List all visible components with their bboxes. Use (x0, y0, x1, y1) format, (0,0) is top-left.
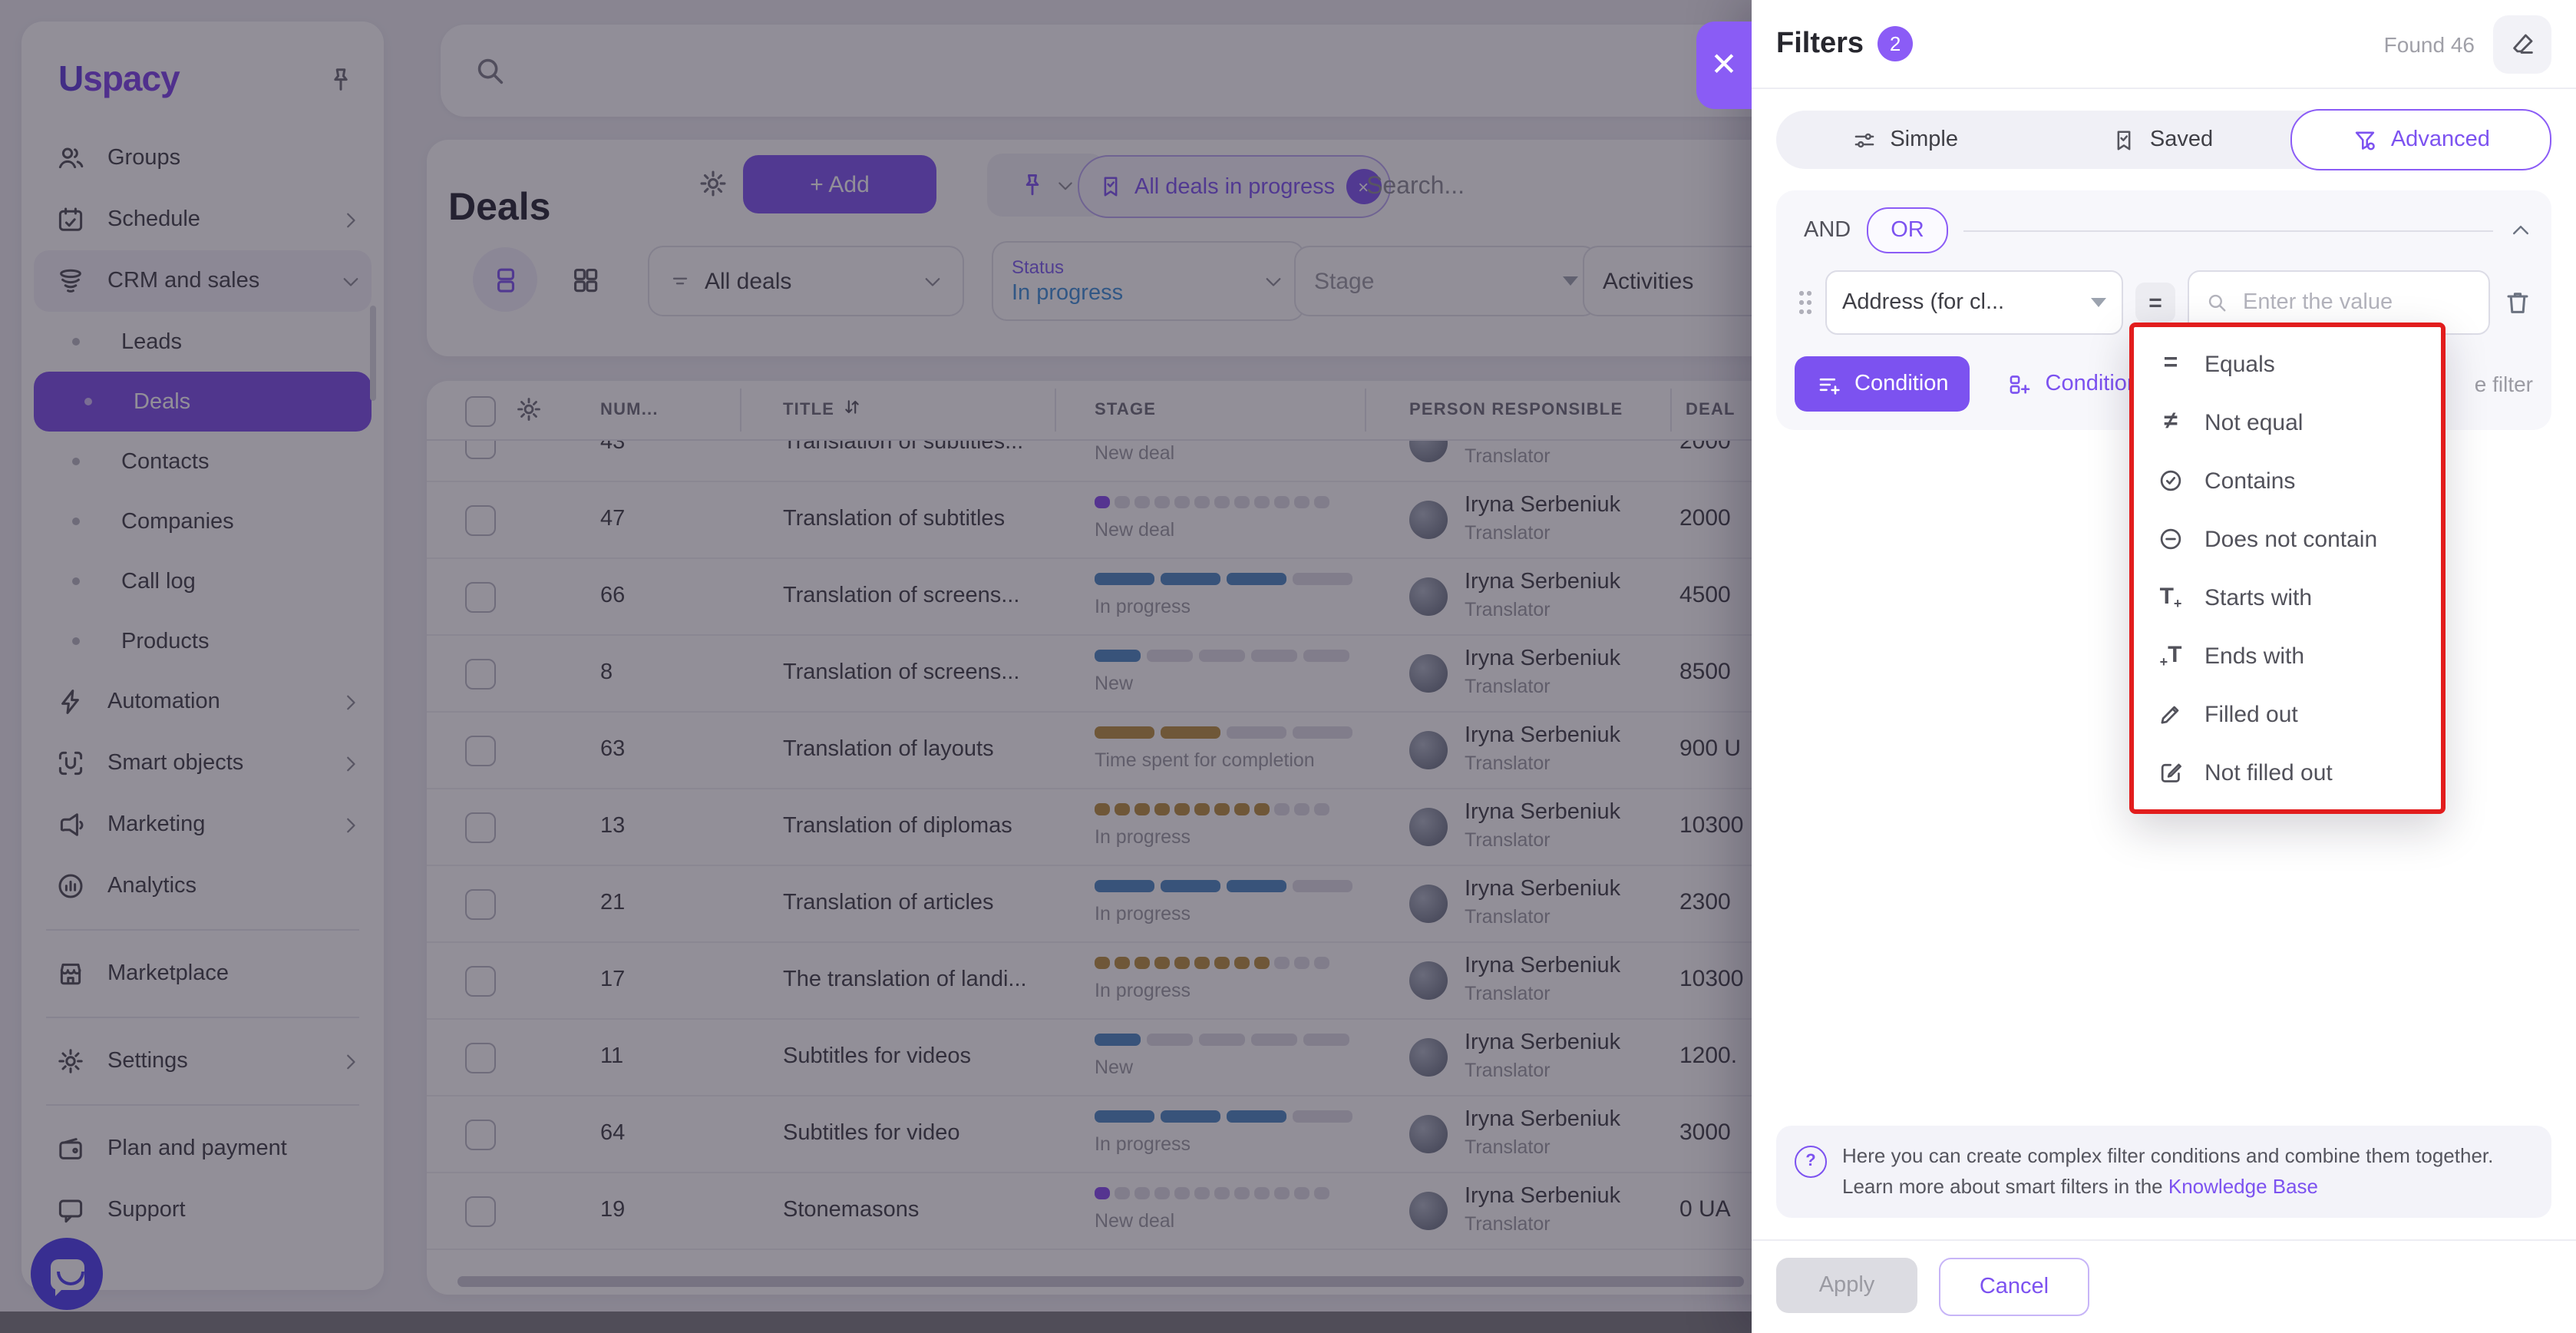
menu-item-not-filled-out[interactable]: Not filled out (2134, 743, 2441, 802)
tab-advanced[interactable]: Advanced (2291, 109, 2551, 170)
search-icon (2204, 290, 2229, 315)
dropdown-arrow-icon (2091, 298, 2106, 307)
tab-simple[interactable]: Simple (1776, 111, 2033, 169)
tab-label: Simple (1890, 127, 1958, 152)
help-line2: Learn more about smart filters in the (1842, 1175, 2168, 1198)
field-select[interactable]: Address (for cl... (1825, 270, 2123, 335)
menu-item-label: Not filled out (2204, 759, 2333, 786)
tab-label: Advanced (2391, 127, 2490, 152)
tab-label: Saved (2150, 127, 2213, 152)
bookmark-icon (2112, 127, 2138, 153)
starts-with-icon: T+ (2155, 582, 2186, 613)
condition-group-label: Condition (2046, 372, 2140, 396)
menu-item-label: Not equal (2204, 409, 2303, 435)
add-condition-button[interactable]: Condition (1795, 356, 1970, 412)
not-equal-icon: ≠ (2155, 407, 2186, 438)
funnel-adv-icon (2353, 127, 2379, 153)
or-toggle[interactable]: OR (1866, 207, 1949, 253)
menu-item-label: Does not contain (2204, 526, 2377, 552)
menu-item-equals[interactable]: = Equals (2134, 335, 2441, 393)
filters-count-badge: 2 (1878, 26, 1913, 61)
clear-filters-button[interactable] (2493, 15, 2551, 73)
operator-dropdown-menu: = Equals ≠ Not equal Contains Does not contai… (2129, 322, 2446, 814)
menu-item-starts-with[interactable]: T+ Starts with (2134, 568, 2441, 627)
pencil-icon (2155, 699, 2186, 729)
modal-dim-overlay[interactable] (0, 0, 1752, 1333)
filters-panel: Filters 2 Found 46 Simple Saved Advanced A… (1752, 0, 2576, 1333)
square-pencil-icon (2155, 757, 2186, 788)
operator-button[interactable]: = (2135, 283, 2175, 322)
field-select-value: Address (for cl... (1842, 290, 2004, 315)
eraser-icon (2508, 29, 2537, 58)
delete-filter-link[interactable]: e filter (2475, 372, 2533, 396)
knowledge-base-link[interactable]: Knowledge Base (2168, 1175, 2318, 1198)
filters-tabs: Simple Saved Advanced (1776, 111, 2551, 169)
cancel-button[interactable]: Cancel (1939, 1258, 2089, 1316)
menu-item-label: Ends with (2204, 643, 2304, 669)
menu-item-label: Starts with (2204, 584, 2312, 610)
menu-item-contains[interactable]: Contains (2134, 452, 2441, 510)
menu-item-not-equal[interactable]: ≠ Not equal (2134, 393, 2441, 452)
ends-with-icon: +T (2155, 640, 2186, 671)
condition-button-label: Condition (1854, 372, 1949, 396)
value-input[interactable] (2240, 289, 2473, 316)
menu-item-label: Contains (2204, 468, 2295, 494)
close-filters-button[interactable]: ✕ (1696, 22, 1752, 109)
delete-condition-trash-icon[interactable] (2502, 287, 2533, 318)
sliders-icon (1851, 127, 1878, 153)
menu-item-filled-out[interactable]: Filled out (2134, 685, 2441, 743)
found-count: Found 46 (2384, 31, 2475, 56)
filters-title: Filters (1776, 27, 1864, 61)
help-question-icon: ? (1795, 1145, 1827, 1177)
add-condition-group-button[interactable]: Condition (2007, 371, 2140, 397)
tab-saved[interactable]: Saved (2033, 111, 2290, 169)
collapse-chevron-up-icon[interactable] (2508, 218, 2533, 243)
drag-handle-icon[interactable] (1798, 289, 1813, 316)
condition-group-icon (2007, 371, 2033, 397)
equals-icon: = (2155, 349, 2186, 379)
menu-item-label: Equals (2204, 351, 2275, 377)
app-root: Uspacy GroupsScheduleCRM and salesLeadsD… (0, 0, 2576, 1333)
panel-footer: Apply Cancel (1752, 1239, 2576, 1333)
and-toggle[interactable]: AND (1804, 218, 1851, 243)
circle-minus-icon (2155, 524, 2186, 554)
help-box: ? Here you can create complex filter con… (1776, 1125, 2551, 1218)
help-line1: Here you can create complex filter condi… (1842, 1143, 2493, 1166)
menu-item-label: Filled out (2204, 701, 2298, 727)
apply-button[interactable]: Apply (1776, 1258, 1917, 1313)
menu-item-ends-with[interactable]: +T Ends with (2134, 627, 2441, 685)
divider (1964, 230, 2493, 231)
menu-item-does-not-contain[interactable]: Does not contain (2134, 510, 2441, 568)
circle-check-icon (2155, 465, 2186, 496)
condition-lines-icon (1816, 371, 1842, 397)
close-icon: ✕ (1710, 46, 1737, 84)
